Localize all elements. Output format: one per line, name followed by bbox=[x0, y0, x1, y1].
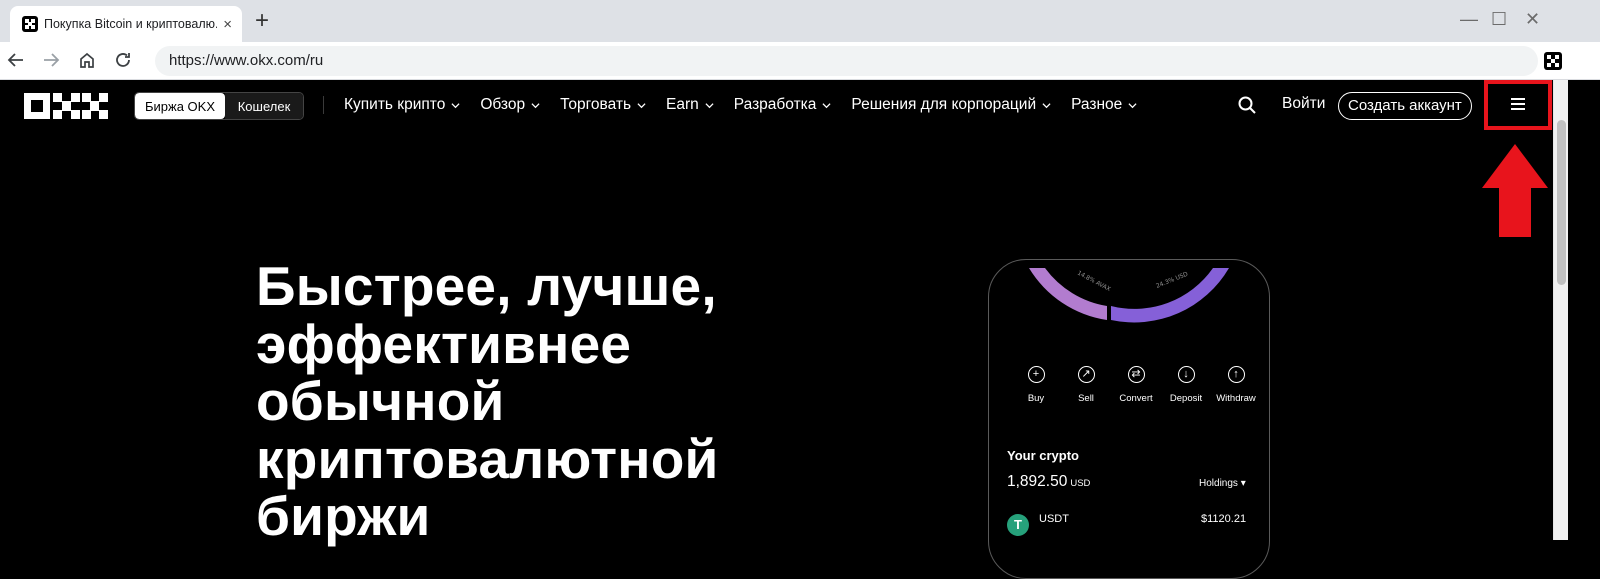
chevron-down-icon bbox=[637, 102, 646, 108]
search-icon[interactable] bbox=[1237, 95, 1257, 115]
nav-trade[interactable]: Торговать bbox=[560, 96, 646, 114]
new-tab-button[interactable]: + bbox=[255, 9, 269, 33]
site-header: Биржа OKX Кошелек Купить крипто Обзор То… bbox=[0, 80, 1553, 130]
nav-corporate-solutions[interactable]: Решения для корпораций bbox=[851, 96, 1051, 114]
extension-icon[interactable] bbox=[1544, 52, 1562, 70]
main-nav: Купить крипто Обзор Торговать Earn Разра… bbox=[344, 80, 1157, 130]
withdraw-action[interactable]: ↑ Withdraw bbox=[1211, 366, 1261, 404]
browser-tab[interactable]: Покупка Bitcoin и криптовалю... × bbox=[10, 6, 242, 42]
wallet-tab[interactable]: Кошелек bbox=[225, 93, 303, 119]
nav-label: Разное bbox=[1071, 96, 1123, 113]
hamburger-menu-icon[interactable] bbox=[1511, 98, 1525, 110]
back-icon[interactable] bbox=[4, 48, 28, 72]
balance-value: 1,892.50 bbox=[1007, 473, 1068, 490]
action-label: Sell bbox=[1078, 393, 1094, 404]
forward-icon[interactable] bbox=[39, 48, 63, 72]
action-label: Deposit bbox=[1169, 393, 1203, 404]
nav-earn[interactable]: Earn bbox=[666, 96, 714, 114]
browser-toolbar: https://www.okx.com/ru bbox=[0, 42, 1600, 80]
deposit-icon: ↓ bbox=[1177, 366, 1195, 383]
nav-label: Торговать bbox=[560, 96, 632, 113]
phone-mockup: 14.8% AVAX 24.3% USD + Buy ↗ Sell ⇄ Conv… bbox=[988, 259, 1270, 579]
tab-title: Покупка Bitcoin и криптовалю... bbox=[44, 17, 218, 31]
nav-overview[interactable]: Обзор bbox=[480, 96, 540, 114]
nav-buy-crypto[interactable]: Купить крипто bbox=[344, 96, 460, 114]
convert-action[interactable]: ⇄ Convert bbox=[1111, 366, 1161, 404]
portfolio-donut-chart: 14.8% AVAX 24.3% USD bbox=[1029, 268, 1229, 323]
nav-label: Earn bbox=[666, 96, 699, 113]
holdings-dropdown[interactable]: Holdings ▾ bbox=[1199, 478, 1246, 489]
nav-misc[interactable]: Разное bbox=[1071, 96, 1137, 114]
your-crypto-heading: Your crypto bbox=[1007, 448, 1079, 463]
login-link[interactable]: Войти bbox=[1282, 95, 1325, 113]
close-window-button[interactable]: ✕ bbox=[1525, 9, 1540, 29]
reload-icon[interactable] bbox=[111, 48, 135, 72]
action-label: Convert bbox=[1119, 393, 1153, 404]
buy-icon: + bbox=[1027, 366, 1045, 383]
nav-label: Купить крипто bbox=[344, 96, 446, 113]
home-icon[interactable] bbox=[75, 48, 99, 72]
chevron-down-icon bbox=[705, 102, 714, 108]
buy-action[interactable]: + Buy bbox=[1011, 366, 1061, 404]
platform-switcher: Биржа OKX Кошелек bbox=[134, 92, 304, 120]
chevron-down-icon bbox=[1128, 102, 1137, 108]
sell-icon: ↗ bbox=[1077, 366, 1095, 383]
withdraw-icon: ↑ bbox=[1227, 366, 1245, 383]
header-divider bbox=[323, 96, 324, 114]
balance-currency: USD bbox=[1070, 478, 1091, 489]
chevron-down-icon bbox=[451, 102, 460, 108]
sell-action[interactable]: ↗ Sell bbox=[1061, 366, 1111, 404]
donut-label-left: 14.8% AVAX bbox=[1076, 270, 1112, 293]
asset-value: $1120.21 bbox=[1201, 513, 1247, 525]
minimize-button[interactable]: — bbox=[1460, 9, 1478, 29]
donut-label-right: 24.3% USD bbox=[1155, 271, 1189, 290]
hero-title-line: эффективнее bbox=[256, 312, 632, 375]
hero-title-line: Быстрее, лучше, bbox=[256, 255, 717, 317]
red-arrow-annotation bbox=[1482, 144, 1548, 237]
nav-label: Обзор bbox=[480, 96, 526, 113]
chevron-down-icon bbox=[822, 102, 831, 108]
usdt-token-icon: T bbox=[1007, 514, 1029, 536]
convert-icon: ⇄ bbox=[1127, 366, 1145, 383]
scrollbar-thumb[interactable] bbox=[1557, 120, 1566, 285]
hero-title-line: криптовалютной bbox=[256, 427, 719, 490]
signup-button[interactable]: Создать аккаунт bbox=[1338, 92, 1472, 120]
hero-title: Быстрее, лучше, эффективнее обычной крип… bbox=[256, 255, 816, 547]
hero-title-line: биржи bbox=[256, 485, 431, 547]
portfolio-balance: 1,892.50 USD bbox=[1007, 473, 1090, 491]
okx-favicon-icon bbox=[22, 16, 38, 32]
hero-title-line: обычной bbox=[256, 370, 505, 432]
chevron-down-icon bbox=[531, 102, 540, 108]
okx-logo[interactable] bbox=[24, 93, 108, 119]
maximize-button[interactable]: ☐ bbox=[1491, 9, 1507, 29]
tab-close-icon[interactable]: × bbox=[223, 16, 232, 33]
chevron-down-icon bbox=[1042, 102, 1051, 108]
nav-label: Разработка bbox=[733, 96, 817, 113]
action-label: Withdraw bbox=[1216, 393, 1256, 404]
browser-tab-bar: Покупка Bitcoin и криптовалю... × + — ☐ … bbox=[0, 0, 1600, 42]
nav-label: Решения для корпораций bbox=[851, 96, 1037, 113]
address-bar-input[interactable]: https://www.okx.com/ru bbox=[155, 46, 1538, 76]
page-scrollbar[interactable] bbox=[1553, 80, 1568, 540]
nav-development[interactable]: Разработка bbox=[734, 96, 832, 114]
deposit-action[interactable]: ↓ Deposit bbox=[1161, 366, 1211, 404]
exchange-tab[interactable]: Биржа OKX bbox=[135, 93, 225, 119]
action-label: Buy bbox=[1027, 393, 1045, 404]
phone-action-row: + Buy ↗ Sell ⇄ Convert ↓ Deposit ↑ Withd… bbox=[1011, 366, 1261, 404]
asset-name: USDT bbox=[1039, 513, 1069, 525]
